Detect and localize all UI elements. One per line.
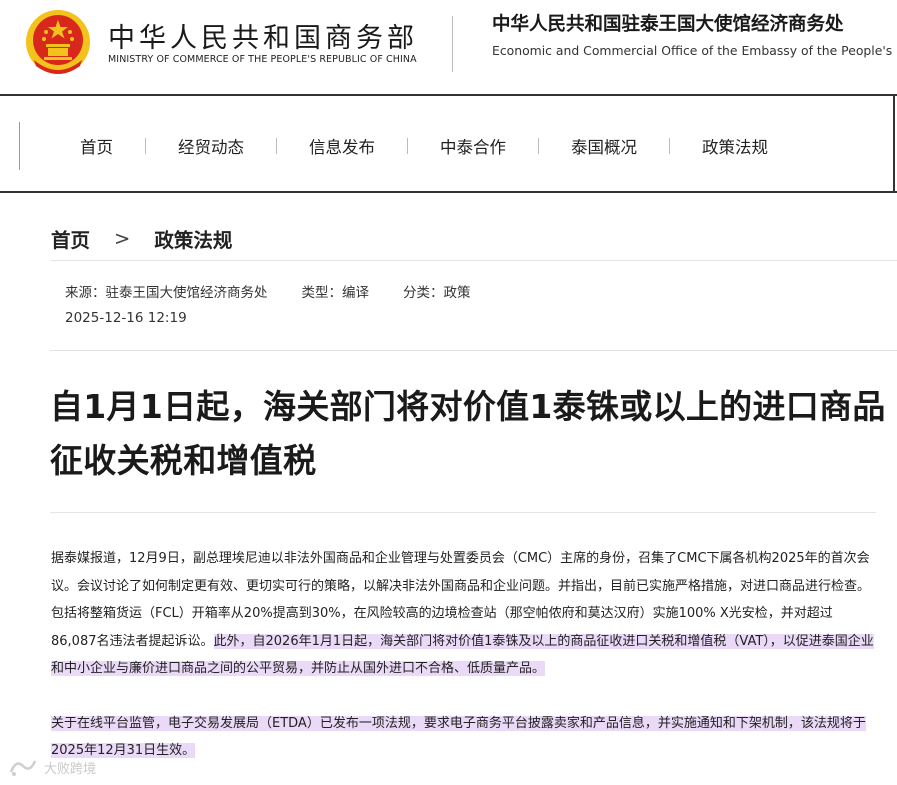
watermark-text: 大败跨境 bbox=[44, 761, 97, 777]
highlighted-text: 关于在线平台监管，电子交易发展局（ETDA）已发布一项法规，要求电子商务平台披露… bbox=[51, 715, 866, 758]
article-paragraph: 关于在线平台监管，电子交易发展局（ETDA）已发布一项法规，要求电子商务平台披露… bbox=[51, 710, 877, 765]
site-header: 中华人民共和国商务部 MINISTRY OF COMMERCE OF THE P… bbox=[0, 0, 897, 96]
header-divider bbox=[452, 16, 453, 72]
watermark-logo-icon bbox=[9, 760, 37, 776]
office-name-cn[interactable]: 中华人民共和国驻泰王国大使馆经济商务处 bbox=[492, 10, 844, 36]
nav-item-thailand-overview[interactable]: 泰国概况 bbox=[539, 134, 669, 158]
breadcrumb-divider bbox=[50, 260, 897, 261]
nav-item-home[interactable]: 首页 bbox=[48, 134, 145, 158]
breadcrumb-home[interactable]: 首页 bbox=[51, 224, 90, 253]
main-nav: 首页 经贸动态 信息发布 中泰合作 泰国概况 政策法规 bbox=[0, 96, 897, 193]
breadcrumb-current[interactable]: 政策法规 bbox=[154, 224, 232, 253]
breadcrumb: 首页 > 政策法规 bbox=[51, 224, 232, 253]
nav-item-announcements[interactable]: 信息发布 bbox=[277, 134, 407, 158]
title-divider bbox=[50, 350, 897, 351]
body-divider bbox=[50, 512, 876, 513]
national-emblem-icon[interactable] bbox=[24, 8, 92, 76]
meta-date: 2025-12-16 12:19 bbox=[65, 310, 187, 326]
nav-right-border bbox=[893, 96, 895, 193]
nav-item-china-thailand-cooperation[interactable]: 中泰合作 bbox=[408, 134, 538, 158]
office-name-en[interactable]: Economic and Commercial Office of the Em… bbox=[492, 43, 897, 58]
meta-type: 类型：编译 bbox=[301, 285, 370, 301]
meta-category: 分类：政策 bbox=[403, 285, 471, 301]
ministry-name-en[interactable]: MINISTRY OF COMMERCE OF THE PEOPLE'S REP… bbox=[108, 54, 417, 65]
breadcrumb-chevron-icon: > bbox=[114, 227, 131, 250]
article-body: 据泰媒报道，12月9日，副总理埃尼迪以非法外国商品和企业管理与处置委员会（CMC… bbox=[51, 545, 877, 765]
article-meta: 来源：驻泰王国大使馆经济商务处 类型：编译 分类：政策 bbox=[65, 281, 505, 301]
nav-item-trade-news[interactable]: 经贸动态 bbox=[146, 134, 276, 158]
article-paragraph: 据泰媒报道，12月9日，副总理埃尼迪以非法外国商品和企业管理与处置委员会（CMC… bbox=[51, 545, 877, 683]
nav-item-policies[interactable]: 政策法规 bbox=[670, 134, 800, 158]
ministry-name-cn[interactable]: 中华人民共和国商务部 bbox=[108, 16, 418, 55]
nav-left-border bbox=[19, 122, 20, 170]
article-title: 自1月1日起，海关部门将对价值1泰铢或以上的进口商品征收关税和增值税 bbox=[50, 387, 886, 480]
watermark: 大败跨境 bbox=[8, 756, 96, 778]
meta-source: 来源：驻泰王国大使馆经济商务处 bbox=[65, 285, 268, 301]
nav-items: 首页 经贸动态 信息发布 中泰合作 泰国概况 政策法规 bbox=[48, 134, 800, 158]
